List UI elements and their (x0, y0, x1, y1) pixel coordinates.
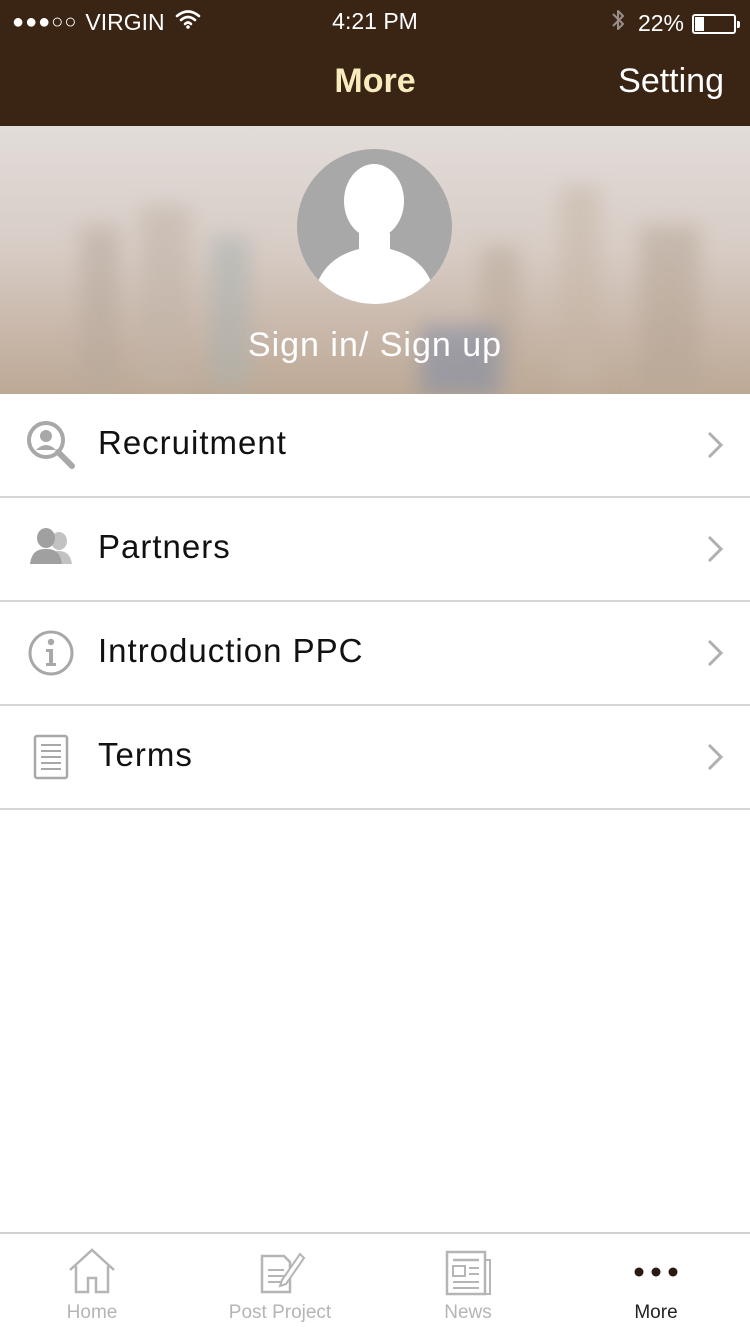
chevron-right-icon (706, 742, 724, 772)
menu-item-label: Terms (98, 736, 193, 773)
bluetooth-icon (610, 8, 626, 39)
battery-percent: 22% (637, 10, 684, 36)
tab-home[interactable]: Home (17, 1234, 167, 1333)
search-person-icon (26, 420, 76, 470)
document-icon (26, 732, 76, 782)
tab-bar: Home Post Project News More (0, 1232, 750, 1333)
battery-fill (695, 16, 704, 31)
tab-label: More (634, 1302, 678, 1323)
profile-banner: Sign in/ Sign up (0, 126, 750, 394)
menu-item-terms[interactable]: Terms (0, 706, 750, 810)
chevron-right-icon (706, 534, 724, 564)
tab-more[interactable]: More (581, 1234, 731, 1333)
status-bar: ●●●○○ VIRGIN 4:21 PM 22% (0, 0, 750, 42)
signin-link[interactable]: Sign in/ Sign up (0, 326, 750, 365)
menu-item-partners[interactable]: Partners (0, 498, 750, 602)
setting-button[interactable]: Setting (618, 62, 724, 101)
newspaper-icon (442, 1246, 494, 1298)
more-screen: ●●●○○ VIRGIN 4:21 PM 22% More Setting Si… (0, 0, 750, 1333)
tab-label: Post Project (228, 1302, 332, 1323)
people-icon (26, 524, 76, 574)
menu-item-label: Recruitment (98, 424, 287, 461)
home-icon (66, 1246, 118, 1298)
menu-item-recruitment[interactable]: Recruitment (0, 394, 750, 498)
more-dots-icon (630, 1246, 682, 1298)
menu-item-label: Introduction PPC (98, 632, 364, 669)
user-silhouette-icon (317, 164, 432, 304)
tab-label: Home (66, 1302, 118, 1323)
edit-document-icon (254, 1246, 306, 1298)
info-icon (26, 628, 76, 678)
tab-news[interactable]: News (393, 1234, 543, 1333)
tab-post-project[interactable]: Post Project (205, 1234, 355, 1333)
top-bar: ●●●○○ VIRGIN 4:21 PM 22% More Setting (0, 0, 750, 126)
menu-list: Recruitment Partners Introduction PPC Te… (0, 394, 750, 810)
chevron-right-icon (706, 430, 724, 460)
battery-icon (692, 13, 740, 34)
tab-label: News (444, 1302, 492, 1323)
status-right: 22% (610, 8, 740, 39)
menu-item-introduction-ppc[interactable]: Introduction PPC (0, 602, 750, 706)
chevron-right-icon (706, 638, 724, 668)
avatar[interactable] (297, 149, 452, 304)
menu-item-label: Partners (98, 528, 231, 565)
